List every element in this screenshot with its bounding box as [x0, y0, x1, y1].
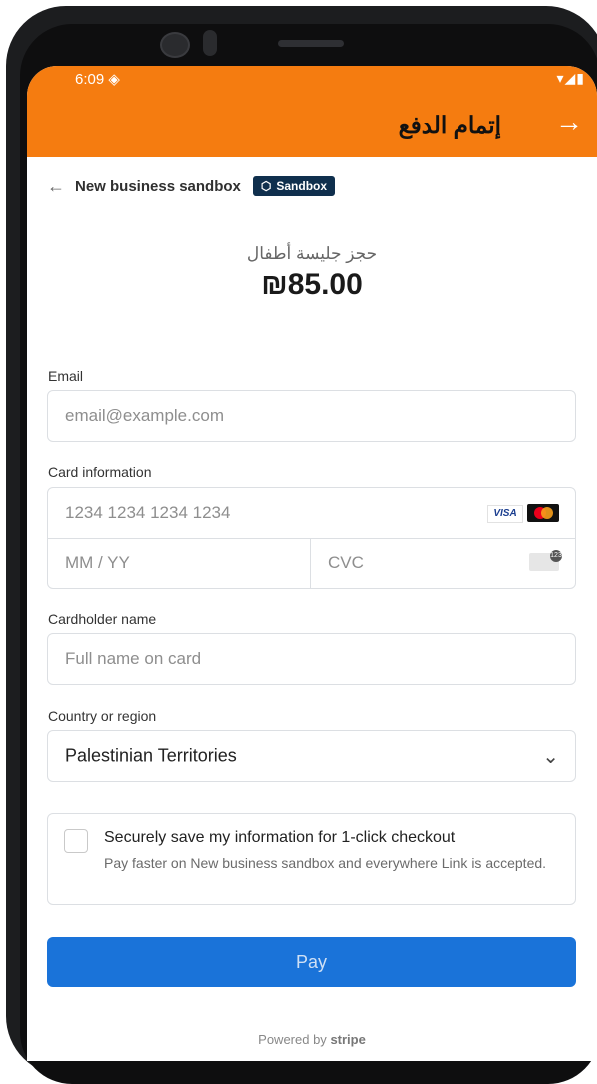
total-amount: ₪85.00 — [261, 268, 363, 301]
merchant-header: ← New business sandbox ⬡ Sandbox — [47, 174, 336, 198]
cvc-placeholder: CVC — [328, 553, 364, 572]
arrow-right-icon[interactable]: → — [555, 106, 583, 138]
country-select[interactable]: Palestinian Territories ⌄ — [47, 730, 576, 782]
front-camera — [160, 32, 190, 58]
proximity-sensor — [203, 30, 217, 56]
powered-by-label: Powered by — [258, 1032, 327, 1047]
sandbox-badge-label: Sandbox — [276, 179, 328, 193]
status-icons: ▾◢▮ — [556, 70, 585, 86]
arrow-left-icon[interactable]: ← — [47, 176, 65, 197]
expiry-field[interactable]: MM / YY — [48, 538, 311, 588]
merchant-name: New business sandbox — [75, 177, 241, 195]
email-label: Email — [48, 368, 84, 384]
card-number-placeholder: 1234 1234 1234 1234 — [65, 503, 231, 522]
visa-icon: VISA — [487, 505, 523, 523]
page-title: إتمام الدفع — [398, 112, 501, 138]
cvc-field[interactable]: CVC 123 — [311, 538, 575, 588]
mastercard-icon — [527, 504, 559, 522]
card-number-field[interactable]: 1234 1234 1234 1234 VISA — [48, 488, 575, 539]
card-info-group: 1234 1234 1234 1234 VISA MM / YY CVC 123 — [47, 487, 576, 589]
expiry-placeholder: MM / YY — [65, 553, 130, 572]
stripe-logo: stripe — [330, 1032, 366, 1047]
cardholder-placeholder: Full name on card — [65, 649, 202, 668]
sandbox-badge: ⬡ Sandbox — [252, 176, 336, 196]
save-info-description: Pay faster on New business sandbox and e… — [104, 855, 547, 871]
powered-by-stripe[interactable]: Powered by stripe — [27, 1032, 597, 1047]
cvc-card-icon: 123 — [529, 550, 562, 571]
email-placeholder: email@example.com — [65, 406, 224, 425]
country-label: Country or region — [48, 708, 157, 724]
pay-button[interactable]: Pay — [47, 937, 576, 987]
country-value: Palestinian Territories — [65, 745, 237, 766]
email-field[interactable]: email@example.com — [47, 390, 576, 442]
cardholder-name-field[interactable]: Full name on card — [47, 633, 576, 685]
app-bar: 6:09 ◈ ▾◢▮ إتمام الدفع → — [27, 66, 597, 157]
card-info-label: Card information — [48, 464, 152, 480]
earpiece-speaker — [278, 40, 344, 47]
product-name: حجز جليسة أطفال — [246, 244, 378, 263]
link-save-box: Securely save my information for 1-click… — [47, 813, 576, 905]
cube-icon: ⬡ — [260, 179, 272, 193]
chevron-down-icon: ⌄ — [542, 746, 559, 768]
status-time: 6:09 ◈ — [75, 71, 120, 88]
cardholder-label: Cardholder name — [48, 611, 157, 627]
save-info-title: Securely save my information for 1-click… — [104, 829, 456, 846]
save-info-checkbox[interactable] — [64, 829, 88, 853]
screen: 6:09 ◈ ▾◢▮ إتمام الدفع → ← New business … — [27, 66, 597, 1061]
